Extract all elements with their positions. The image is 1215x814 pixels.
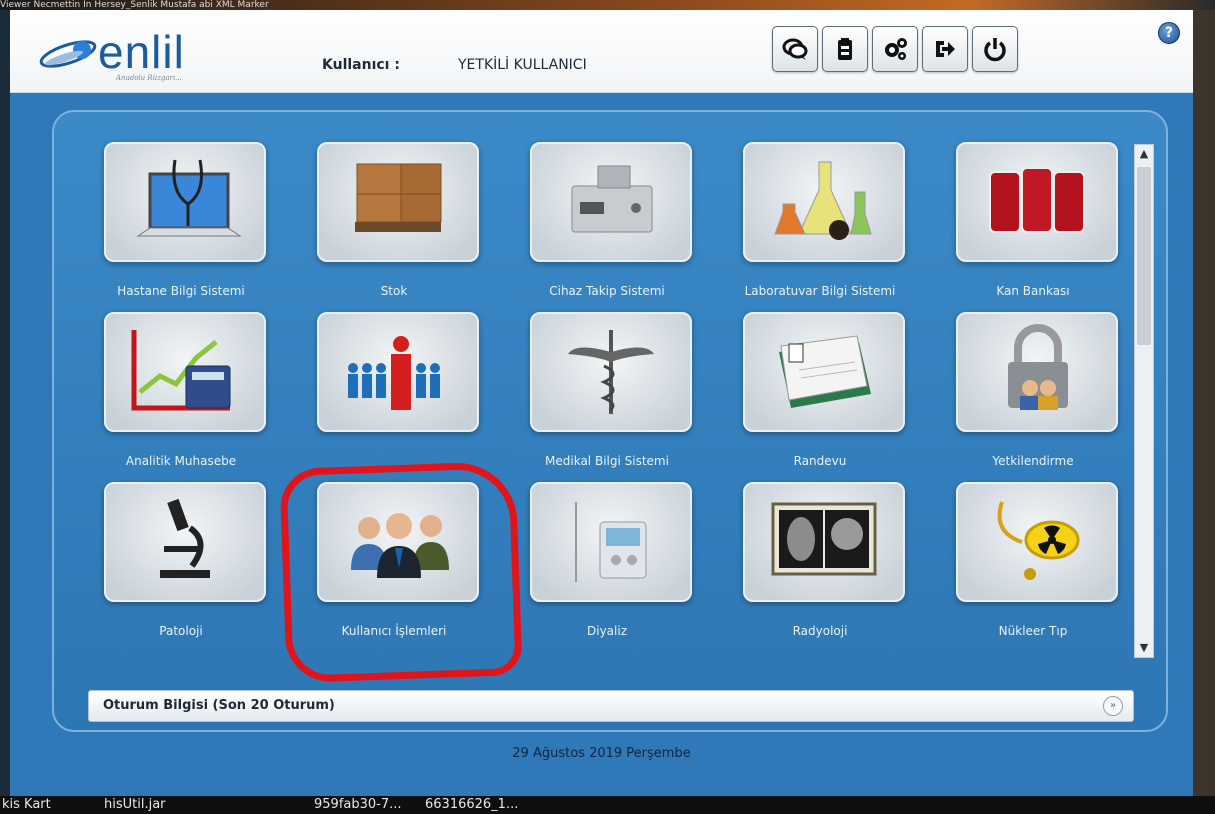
user-value: YETKİLİ KULLANICI (458, 57, 587, 73)
module-icon-box (530, 312, 692, 432)
app-logo[interactable]: enlil Anadolu Rüzgarı... (38, 28, 228, 84)
clipboard-button[interactable] (822, 26, 868, 72)
module-medikal-bilgi-sistemi[interactable]: Medikal Bilgi Sistemi (500, 312, 714, 482)
logo-subtitle: Anadolu Rüzgarı... (116, 74, 182, 82)
logout-icon (936, 41, 955, 57)
module-icon-box (743, 482, 905, 602)
red-highlight-annotation (279, 460, 523, 684)
module-label: Kan Bankası (996, 284, 1070, 298)
module-icon-box (956, 142, 1118, 262)
settings-button[interactable] (872, 26, 918, 72)
desktop-taskbar: kis Kart hisUtil.jar 959fab30-7... 66316… (0, 796, 1215, 814)
module-icon-box (743, 142, 905, 262)
flasks-icon (774, 161, 872, 240)
module-scrollbar[interactable]: ▲ ▼ (1134, 144, 1154, 658)
xray-icon (771, 502, 877, 576)
scroll-down-icon[interactable]: ▼ (1135, 639, 1153, 657)
module-icon-box (104, 482, 266, 602)
module-analitik-muhasebe[interactable]: Analitik Muhasebe (74, 312, 288, 482)
module-label: Hastane Bilgi Sistemi (117, 284, 245, 298)
dialysis-machine-icon (575, 502, 647, 582)
module-diyaliz[interactable]: Diyaliz (500, 482, 714, 652)
help-button[interactable]: ? (1158, 22, 1180, 44)
module-people-leader[interactable] (287, 312, 501, 482)
chat-button[interactable] (772, 26, 818, 72)
module-icon-box (317, 312, 479, 432)
app-window: enlil Anadolu Rüzgarı... Kullanıcı : YET… (10, 10, 1193, 796)
taskbar-item[interactable]: 66316626_1... (425, 796, 518, 814)
device-icon (571, 165, 653, 233)
module-icon-box (530, 482, 692, 602)
module-hastane-bilgi-sistemi[interactable]: Hastane Bilgi Sistemi (74, 142, 288, 312)
module-label: Yetkilendirme (992, 454, 1074, 468)
module-icon-box (104, 142, 266, 262)
laptop-stethoscope-icon (136, 159, 242, 237)
taskbar-item[interactable]: kis Kart (2, 796, 51, 814)
scroll-thumb[interactable] (1137, 167, 1151, 345)
module-nukleer-tip[interactable]: Nükleer Tıp (926, 482, 1140, 652)
desktop-title-strip: Viewer Necmettin In Hersey_Senlik Mustaf… (0, 0, 1215, 10)
module-label: Medikal Bilgi Sistemi (545, 454, 669, 468)
boxes-icon (355, 163, 442, 232)
chevron-down-icon[interactable]: » (1103, 696, 1123, 716)
app-header: enlil Anadolu Rüzgarı... Kullanıcı : YET… (10, 10, 1193, 93)
chat-icon (782, 38, 808, 60)
power-icon (984, 38, 1006, 62)
blood-bags-icon (989, 167, 1085, 233)
module-label: Diyaliz (587, 624, 627, 638)
module-icon-box (530, 142, 692, 262)
footer-date: 29 Ağustos 2019 Perşembe (512, 746, 691, 761)
logout-button[interactable] (922, 26, 968, 72)
user-label: Kullanıcı : (322, 57, 400, 73)
module-label: Randevu (793, 454, 847, 468)
caduceus-icon (568, 330, 654, 414)
module-patoloji[interactable]: Patoloji (74, 482, 288, 652)
module-panel: Hastane Bilgi Sistemi Stok Cihaz Takip S… (52, 110, 1168, 732)
module-cihaz-takip-sistemi[interactable]: Cihaz Takip Sistemi (500, 142, 714, 312)
module-radyoloji[interactable]: Radyoloji (713, 482, 927, 652)
module-icon-box (317, 142, 479, 262)
module-label: Radyoloji (792, 624, 848, 638)
lock-users-icon (1008, 324, 1068, 410)
microscope-icon (160, 498, 210, 578)
radiation-icon (997, 501, 1080, 580)
session-info-bar[interactable]: Oturum Bilgisi (Son 20 Oturum) » (88, 690, 1134, 722)
module-label: Cihaz Takip Sistemi (549, 284, 665, 298)
scroll-up-icon[interactable]: ▲ (1135, 145, 1153, 163)
module-icon-box (743, 312, 905, 432)
module-kan-bankasi[interactable]: Kan Bankası (926, 142, 1140, 312)
taskbar-item[interactable]: hisUtil.jar (104, 796, 166, 814)
module-label: Laboratuvar Bilgi Sistemi (744, 284, 896, 298)
module-label: Patoloji (159, 624, 203, 638)
module-label: Nükleer Tıp (998, 624, 1068, 638)
module-icon-box (104, 312, 266, 432)
taskbar-item[interactable]: 959fab30-7... (314, 796, 402, 814)
power-button[interactable] (972, 26, 1018, 72)
module-laboratuvar-bilgi-sistemi[interactable]: Laboratuvar Bilgi Sistemi (713, 142, 927, 312)
module-stok[interactable]: Stok (287, 142, 501, 312)
module-label: Stok (380, 284, 408, 298)
session-title: Oturum Bilgisi (Son 20 Oturum) (103, 698, 335, 713)
logo-text: enlil (98, 26, 185, 78)
module-randevu[interactable]: Randevu (713, 312, 927, 482)
people-leader-icon (348, 336, 440, 410)
module-grid: Hastane Bilgi Sistemi Stok Cihaz Takip S… (74, 142, 1134, 662)
module-icon-box (956, 482, 1118, 602)
clipboard-icon (838, 38, 852, 60)
module-icon-box (956, 312, 1118, 432)
settings-icon (885, 38, 907, 60)
calendar-icon (779, 335, 871, 408)
module-yetkilendirme[interactable]: Yetkilendirme (926, 312, 1140, 482)
module-label: Analitik Muhasebe (125, 454, 237, 468)
chart-calculator-icon (131, 330, 231, 411)
